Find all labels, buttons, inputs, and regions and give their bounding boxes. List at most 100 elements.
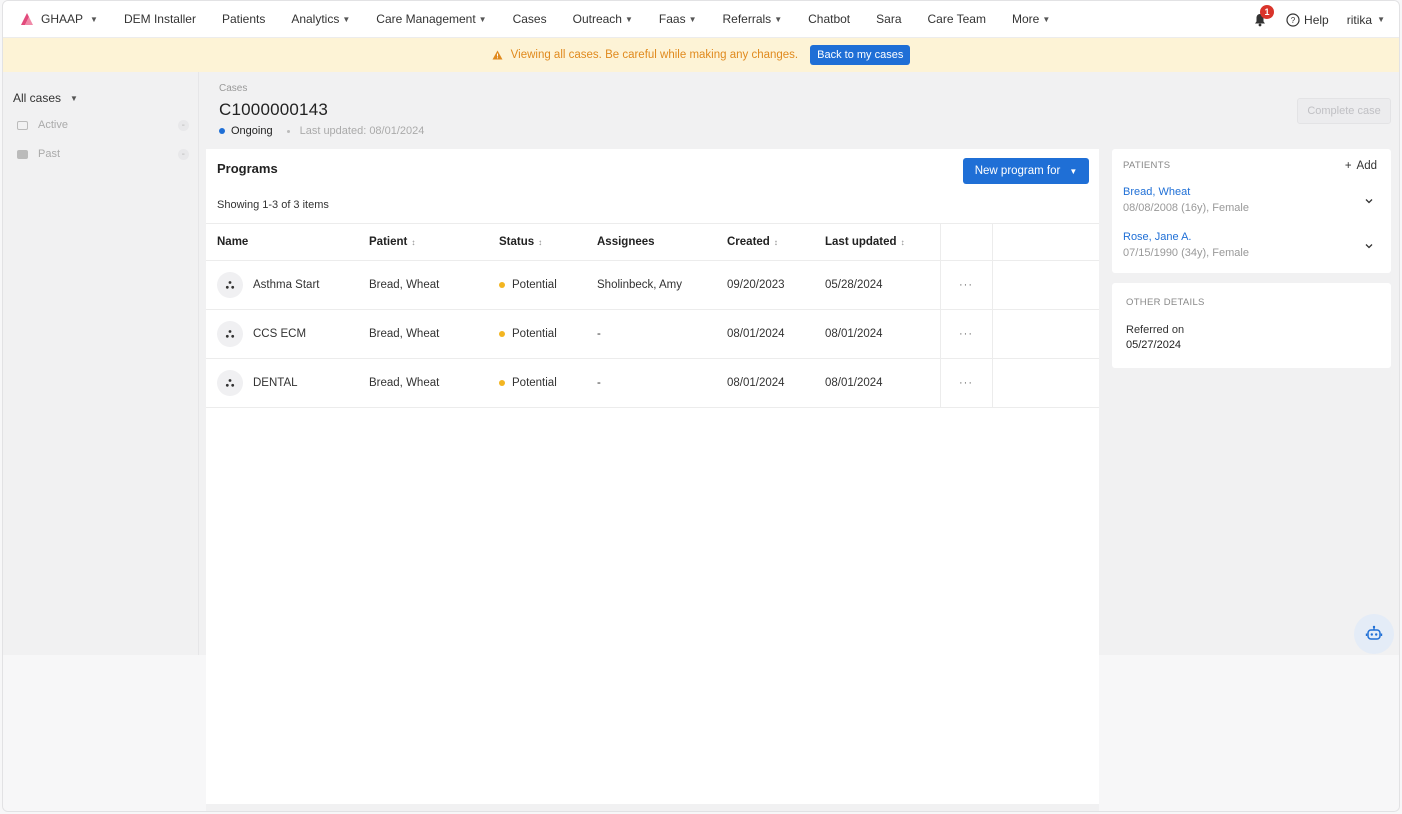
- nav-item-faas[interactable]: Faas ▼: [659, 12, 697, 26]
- table-row[interactable]: DENTAL Bread, Wheat Potential -08/01/2024 08…: [206, 358, 1099, 408]
- folder-icon: [17, 149, 28, 159]
- cell-created: 08/01/2024: [727, 358, 825, 408]
- add-label: Add: [1356, 160, 1377, 172]
- notification-badge: 1: [1260, 4, 1275, 19]
- column-header-created[interactable]: Created ↕: [727, 223, 825, 261]
- cell-last-updated: 08/01/2024: [825, 358, 940, 408]
- nav-item-label: Patients: [221, 12, 266, 26]
- chevron-down-icon: ▼: [1069, 166, 1078, 176]
- nav-item-cases[interactable]: Cases: [513, 12, 547, 26]
- nav-item-label: DEM Installer: [123, 12, 196, 26]
- nav-item-patients[interactable]: Patients: [222, 12, 265, 26]
- sidebar-item-active[interactable]: Active -: [17, 115, 189, 135]
- program-icon: [217, 370, 243, 396]
- cell-filler: [992, 260, 1099, 310]
- items-count: Showing 1-3 of 3 items: [217, 199, 329, 211]
- table-row[interactable]: CCS ECM Bread, Wheat Potential -08/01/2024 0…: [206, 309, 1099, 359]
- user-menu[interactable]: ritika ▼: [1347, 13, 1385, 27]
- patient-item[interactable]: Rose, Jane A. 07/15/1990 (34y), Female: [1123, 231, 1378, 259]
- warning-icon: [492, 50, 503, 60]
- add-patient-button[interactable]: + Add: [1345, 160, 1377, 172]
- chevron-down-icon: ▼: [342, 14, 351, 24]
- nav-item-chatbot[interactable]: Chatbot: [808, 12, 850, 26]
- program-name[interactable]: Asthma Start: [253, 279, 319, 291]
- case-filter-dropdown[interactable]: All cases ▼: [13, 91, 78, 105]
- notifications-button[interactable]: 1: [1252, 4, 1275, 28]
- case-status-line: Ongoing Last updated: 08/01/2024: [219, 125, 424, 137]
- referred-on-label: Referred on: [1126, 324, 1185, 336]
- status-dot: [219, 128, 225, 134]
- new-program-button[interactable]: New program for ▼: [963, 158, 1089, 184]
- sort-icon[interactable]: ↕: [901, 238, 905, 247]
- column-header-filler: [992, 223, 1099, 261]
- patient-name-link[interactable]: Bread, Wheat: [1123, 186, 1378, 198]
- nav-item-more[interactable]: More ▼: [1012, 12, 1050, 26]
- status-label: Potential: [512, 377, 557, 389]
- column-header-status[interactable]: Status ↕: [499, 223, 597, 261]
- nav-item-outreach[interactable]: Outreach ▼: [573, 12, 633, 26]
- cell-last-updated: 08/01/2024: [825, 309, 940, 359]
- complete-case-button[interactable]: Complete case: [1297, 98, 1391, 124]
- more-options-icon[interactable]: ···: [959, 377, 973, 389]
- back-to-my-cases-button[interactable]: Back to my cases: [810, 45, 911, 65]
- chevron-down-icon: ▼: [90, 14, 98, 24]
- chevron-down-icon: ▼: [688, 14, 697, 24]
- nav-item-analytics[interactable]: Analytics ▼: [291, 12, 350, 26]
- nav-item-care-management[interactable]: Care Management ▼: [376, 12, 486, 26]
- more-options-icon[interactable]: ···: [959, 328, 973, 340]
- status-dot: [499, 282, 505, 288]
- sort-icon[interactable]: ↕: [538, 238, 542, 247]
- case-status: Ongoing: [231, 125, 273, 137]
- help-label: Help: [1304, 12, 1329, 27]
- table-row[interactable]: Asthma Start Bread, Wheat Potential Sholinb…: [206, 260, 1099, 310]
- column-header-last-updated[interactable]: Last updated ↕: [825, 223, 940, 261]
- referred-on-value: 05/27/2024: [1126, 339, 1182, 351]
- sort-icon[interactable]: ↕: [774, 238, 778, 247]
- nav-item-label: Analytics: [291, 12, 340, 26]
- patient-name-link[interactable]: Rose, Jane A.: [1123, 231, 1378, 243]
- cell-assignees: -: [597, 309, 727, 359]
- more-options-icon[interactable]: ···: [959, 279, 973, 291]
- breadcrumb[interactable]: Cases: [219, 83, 247, 94]
- chevron-down-icon[interactable]: [1364, 196, 1374, 206]
- top-nav: GHAAP ▼ DEM Installer Patients Analytics ▼ C…: [3, 1, 1399, 38]
- help-button[interactable]: ? Help: [1286, 13, 1329, 27]
- cell-patient: Bread, Wheat: [369, 309, 499, 359]
- sort-icon[interactable]: ↕: [411, 238, 415, 247]
- inbox-icon: [17, 120, 28, 130]
- cell-name: DENTAL: [206, 358, 369, 408]
- nav-item-label: Cases: [512, 12, 547, 26]
- patients-panel: PATIENTS + Add Bread, Wheat 08/08/2008 (…: [1112, 149, 1391, 273]
- nav-item-dem-installer[interactable]: DEM Installer: [124, 12, 196, 26]
- column-label: Name: [217, 236, 249, 248]
- nav-item-care-team[interactable]: Care Team: [928, 12, 986, 26]
- cell-created: 09/20/2023: [727, 260, 825, 310]
- column-label: Last updated: [825, 236, 897, 248]
- nav-item-referrals[interactable]: Referrals ▼: [723, 12, 783, 26]
- lower-background: [1099, 655, 1399, 811]
- lower-background: [3, 655, 206, 811]
- sidebar-item-past[interactable]: Past -: [17, 144, 189, 164]
- help-icon: ?: [1286, 12, 1300, 27]
- cell-status: Potential: [499, 309, 597, 359]
- cell-actions: ···: [939, 358, 993, 408]
- nav-item-sara[interactable]: Sara: [876, 12, 901, 26]
- cell-status: Potential: [499, 260, 597, 310]
- program-name[interactable]: CCS ECM: [253, 328, 306, 340]
- chevron-down-icon: ▼: [1042, 14, 1051, 24]
- brand-menu[interactable]: GHAAP ▼: [3, 11, 98, 27]
- chevron-down-icon[interactable]: [1364, 241, 1374, 251]
- other-details-label: OTHER DETAILS: [1126, 297, 1205, 308]
- chevron-down-icon: ▼: [478, 14, 487, 24]
- chatbot-button[interactable]: [1354, 614, 1394, 654]
- column-header-patient[interactable]: Patient ↕: [369, 223, 499, 261]
- brand-name: GHAAP: [41, 12, 84, 26]
- chevron-down-icon: ▼: [1377, 15, 1385, 24]
- program-name[interactable]: DENTAL: [253, 377, 298, 389]
- nav-item-label: Outreach: [572, 12, 622, 26]
- programs-title: Programs: [217, 161, 278, 176]
- patient-item[interactable]: Bread, Wheat 08/08/2008 (16y), Female: [1123, 186, 1378, 214]
- chevron-down-icon: ▼: [624, 14, 633, 24]
- nav-item-label: Referrals: [722, 12, 772, 26]
- column-label: Patient: [369, 236, 408, 248]
